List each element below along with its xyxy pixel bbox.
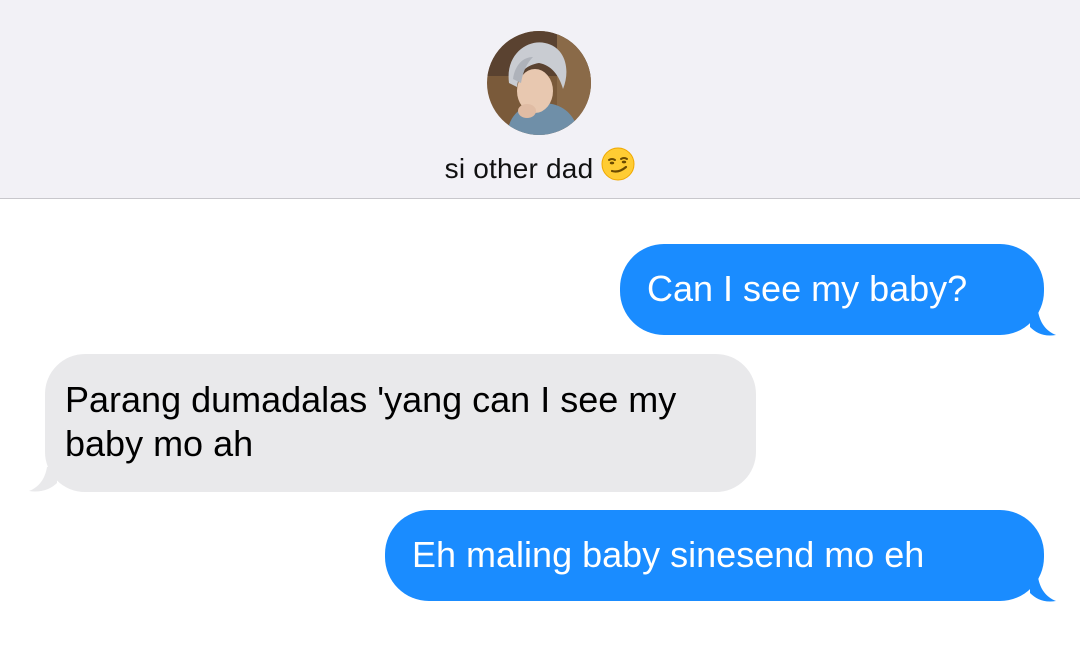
message-text: Eh maling baby sinesend mo eh — [412, 534, 925, 575]
contact-avatar[interactable] — [487, 31, 591, 135]
message-text: Parang dumadalas 'yang can I see my baby… — [65, 379, 677, 464]
sent-bubble-tail — [1030, 311, 1056, 336]
sent-message-bubble[interactable]: Eh maling baby sinesend mo eh — [385, 510, 1044, 601]
conversation-header: si other dad — [0, 0, 1080, 199]
contact-name-row[interactable]: si other dad — [0, 147, 1080, 188]
contact-name: si other dad — [444, 153, 594, 184]
received-bubble-tail — [29, 467, 57, 492]
smirking-face-emoji-icon — [601, 147, 635, 188]
received-message-bubble[interactable]: Parang dumadalas 'yang can I see my baby… — [45, 354, 756, 492]
message-list[interactable]: Can I see my baby? Parang dumadalas 'yan… — [0, 199, 1080, 648]
message-text: Can I see my baby? — [647, 268, 968, 309]
avatar-photo — [487, 31, 591, 135]
sent-bubble-tail — [1030, 577, 1056, 602]
sent-message-bubble[interactable]: Can I see my baby? — [620, 244, 1044, 335]
